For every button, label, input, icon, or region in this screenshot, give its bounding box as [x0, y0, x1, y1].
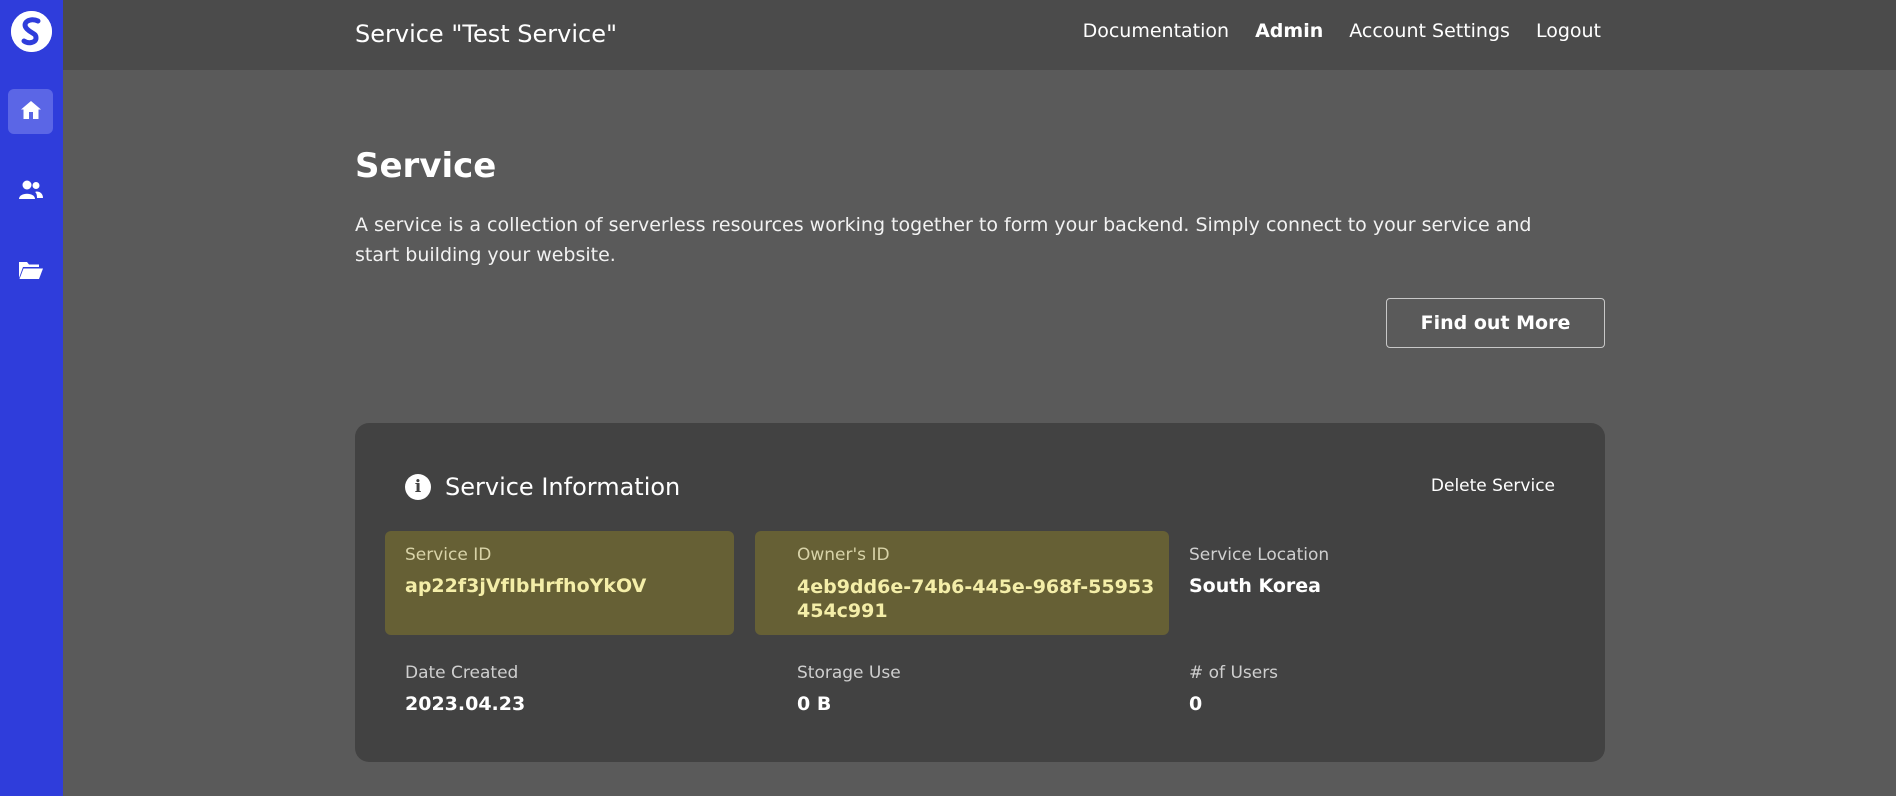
top-bar: Service "Test Service" Documentation Adm… [63, 0, 1896, 70]
home-icon [19, 98, 43, 126]
page-description: A service is a collection of serverless … [355, 214, 1532, 266]
sidebar-item-users[interactable] [8, 169, 53, 214]
delete-service-button[interactable]: Delete Service [1431, 476, 1555, 496]
service-location-field: Service Location South Korea [1189, 531, 1569, 635]
service-information-card: i Service Information Delete Service Ser… [355, 423, 1605, 762]
users-count-label: # of Users [1189, 663, 1279, 683]
users-icon [18, 179, 44, 205]
card-title: Service Information [445, 473, 681, 501]
service-location-value: South Korea [1189, 575, 1322, 597]
service-title: Service "Test Service" [355, 20, 617, 48]
storage-use-value: 0 B [797, 693, 832, 715]
sidebar [0, 0, 63, 796]
page-title: Service [355, 146, 497, 186]
card-header: i Service Information [405, 473, 680, 501]
service-location-label: Service Location [1189, 545, 1330, 565]
date-created-field: Date Created 2023.04.23 [405, 649, 735, 729]
nav-admin-link[interactable]: Admin [1255, 20, 1323, 42]
service-id-value: ap22f3jVfIbHrfhoYkOV [405, 575, 647, 597]
date-created-value: 2023.04.23 [405, 693, 526, 715]
owner-id-value: 4eb9dd6e-74b6-445e-968f-55953454c991 [797, 576, 1155, 622]
nav-documentation-link[interactable]: Documentation [1083, 20, 1229, 42]
owner-id-field: Owner's ID 4eb9dd6e-74b6-445e-968f-55953… [755, 531, 1169, 635]
nav-account-settings-link[interactable]: Account Settings [1349, 20, 1510, 42]
info-icon: i [405, 474, 431, 500]
users-count-field: # of Users 0 [1189, 649, 1519, 729]
storage-use-label: Storage Use [797, 663, 901, 683]
owner-id-label: Owner's ID [797, 545, 890, 565]
folder-open-icon [18, 259, 44, 285]
storage-use-field: Storage Use 0 B [797, 649, 1127, 729]
service-id-label: Service ID [405, 545, 492, 565]
date-created-label: Date Created [405, 663, 519, 683]
sidebar-item-home[interactable] [8, 89, 53, 134]
top-nav: Documentation Admin Account Settings Log… [1083, 20, 1601, 42]
users-count-value: 0 [1189, 693, 1203, 715]
nav-logout-link[interactable]: Logout [1536, 20, 1601, 42]
find-out-more-button[interactable]: Find out More [1386, 298, 1605, 348]
service-id-field: Service ID ap22f3jVfIbHrfhoYkOV [385, 531, 734, 635]
app-logo-icon[interactable] [11, 11, 52, 52]
sidebar-item-files[interactable] [8, 249, 53, 294]
